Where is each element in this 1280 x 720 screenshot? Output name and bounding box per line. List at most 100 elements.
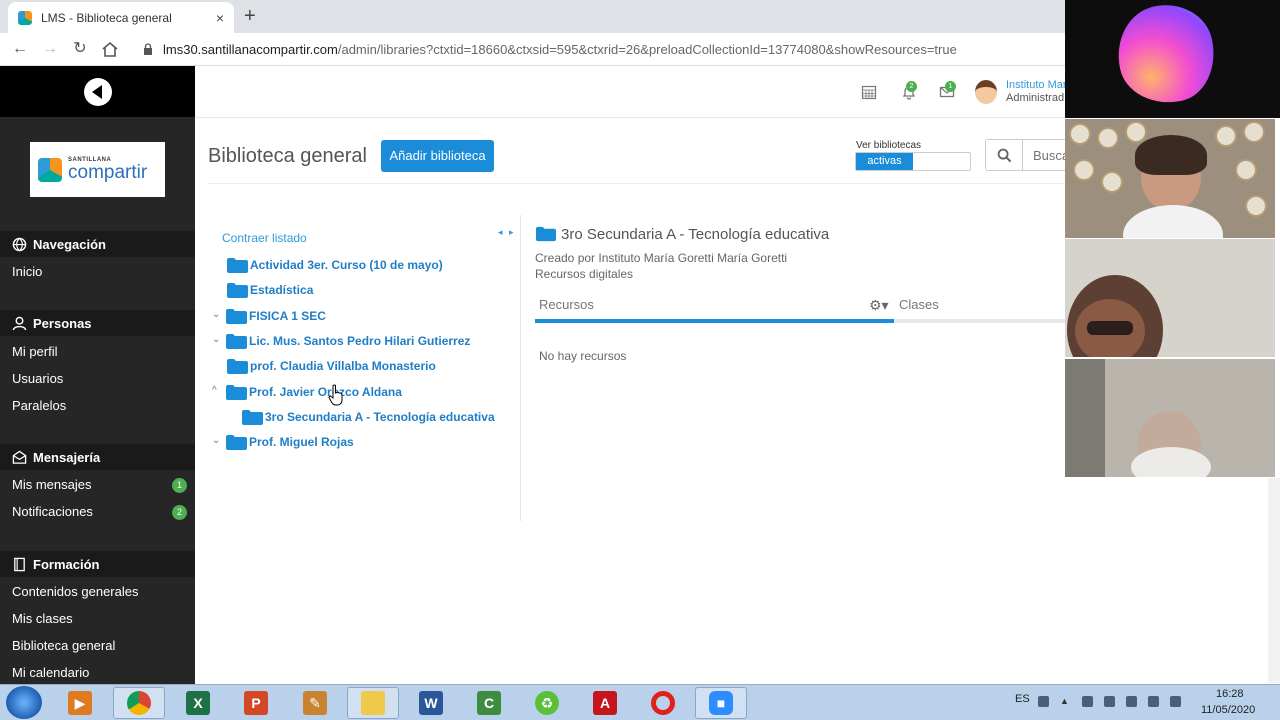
taskbar-explorer[interactable] xyxy=(347,687,399,719)
section-personas: Personas xyxy=(0,310,195,336)
globe-icon xyxy=(12,237,27,251)
tree-node[interactable]: Prof. Miguel Rojas xyxy=(226,432,354,452)
taskbar-zoom[interactable]: ■ xyxy=(695,687,747,719)
taskbar-powerpoint[interactable]: P xyxy=(230,687,282,719)
close-tab-icon[interactable]: × xyxy=(216,10,224,26)
folder-icon xyxy=(536,226,556,242)
tree-node-label: Lic. Mus. Santos Pedro Hilari Gutierrez xyxy=(249,334,471,348)
sidebar-item-contenidos-generales[interactable]: Contenidos generales xyxy=(12,584,138,599)
new-tab-button[interactable]: + xyxy=(244,4,256,28)
taskbar-app-green[interactable]: ♻ xyxy=(521,687,573,719)
tree-node[interactable]: Actividad 3er. Curso (10 de mayo) xyxy=(227,255,443,275)
sidebar-item-mis-clases[interactable]: Mis clases xyxy=(12,611,73,626)
notifications-count-badge: 2 xyxy=(172,505,187,520)
taskbar-excel[interactable]: X xyxy=(172,687,224,719)
tree-node[interactable]: Prof. Javier Orozco Aldana xyxy=(226,382,402,402)
expand-chevron-icon[interactable]: ⌄ xyxy=(212,334,220,345)
add-library-button[interactable]: Añadir biblioteca xyxy=(381,140,494,172)
taskbar-word[interactable]: W xyxy=(405,687,457,719)
pdf-icon: A xyxy=(593,691,617,715)
shield-icon[interactable] xyxy=(1082,696,1093,707)
active-libraries-toggle[interactable]: activas xyxy=(855,152,971,171)
sidebar-item-mi-perfil[interactable]: Mi perfil xyxy=(12,344,58,359)
sidebar-item-paralelos[interactable]: Paralelos xyxy=(12,398,66,413)
taskbar-opera[interactable] xyxy=(637,687,689,719)
sidebar-item-inicio[interactable]: Inicio xyxy=(12,264,42,279)
power-icon[interactable] xyxy=(1126,696,1137,707)
tree-node[interactable]: prof. Claudia Villalba Monasterio xyxy=(227,356,436,376)
taskbar-acrobat[interactable]: A xyxy=(579,687,631,719)
tree-node-label: Estadística xyxy=(250,283,314,297)
tab-classes[interactable]: Clases xyxy=(899,297,939,312)
browser-tab[interactable]: LMS - Biblioteca general × xyxy=(8,2,234,33)
created-by-text: Creado por Instituto María Goretti María… xyxy=(535,251,788,265)
view-libraries-label: Ver bibliotecas xyxy=(856,140,922,151)
section-navegacion: Navegación xyxy=(0,231,195,257)
section-mensajeria: Mensajería xyxy=(0,444,195,470)
section-title: Navegación xyxy=(33,236,106,252)
start-button[interactable] xyxy=(6,686,42,719)
flag-icon[interactable] xyxy=(1104,696,1115,707)
volume-icon[interactable] xyxy=(1170,696,1181,707)
expand-chevron-icon[interactable]: ⌄ xyxy=(212,309,220,320)
word-icon: W xyxy=(419,691,443,715)
tree-node-label: Actividad 3er. Curso (10 de mayo) xyxy=(250,258,443,272)
powerpoint-icon: P xyxy=(244,691,268,715)
sidebar-item-biblioteca-general[interactable]: Biblioteca general xyxy=(12,638,115,653)
avatar[interactable] xyxy=(975,80,997,104)
sidebar-item-mis-mensajes[interactable]: Mis mensajes xyxy=(12,477,91,492)
chrome-icon xyxy=(127,691,151,715)
folder-icon xyxy=(242,409,263,425)
gear-dropdown-icon[interactable]: ⚙▾ xyxy=(869,297,889,314)
user-name[interactable]: Instituto Mar xyxy=(1006,79,1067,91)
clock-date[interactable]: 11/05/2020 xyxy=(1201,704,1255,716)
clock-time[interactable]: 16:28 xyxy=(1216,688,1244,700)
home-icon[interactable] xyxy=(101,41,119,58)
video-tile-participant[interactable] xyxy=(1065,359,1275,477)
camtasia-icon: C xyxy=(477,691,501,715)
taskbar-chrome[interactable] xyxy=(113,687,165,719)
tree-node-label: prof. Claudia Villalba Monasterio xyxy=(250,359,436,373)
tree-node[interactable]: Lic. Mus. Santos Pedro Hilari Gutierrez xyxy=(226,331,470,351)
hand-cursor-icon xyxy=(328,384,343,406)
language-indicator[interactable]: ES xyxy=(1015,693,1030,705)
vertical-scrollbar[interactable] xyxy=(1268,478,1280,683)
tree-node-label: Prof. Miguel Rojas xyxy=(249,435,354,449)
search-button[interactable] xyxy=(985,139,1023,171)
taskbar-camtasia[interactable]: C xyxy=(463,687,515,719)
tree-node-label: 3ro Secundaria A - Tecnología educativa xyxy=(265,410,495,424)
tree-node[interactable]: FISICA 1 SEC xyxy=(226,306,326,326)
taskbar-media-player[interactable]: ▶ xyxy=(54,687,106,719)
tree-node-selected[interactable]: 3ro Secundaria A - Tecnología educativa xyxy=(242,407,495,427)
folder-icon xyxy=(227,282,248,298)
collapse-chevron-icon[interactable]: ^ xyxy=(212,385,217,396)
back-arrow-icon[interactable]: ← xyxy=(10,40,30,58)
document-app-icon: ✎ xyxy=(303,691,327,715)
sidebar-item-notificaciones[interactable]: Notificaciones xyxy=(12,504,93,519)
video-tile-participant[interactable] xyxy=(1065,119,1275,238)
folder-icon xyxy=(227,358,248,374)
expand-chevron-icon[interactable]: ⌄ xyxy=(212,435,220,446)
calendar-grid-icon[interactable] xyxy=(861,84,877,100)
tray-expand-icon[interactable]: ▲ xyxy=(1060,696,1071,707)
url-field[interactable]: lms30.santillanacompartir.com/admin/libr… xyxy=(163,42,957,57)
resize-panel-arrows[interactable]: ◂ ▸ xyxy=(498,227,516,238)
collapse-sidebar-icon[interactable] xyxy=(84,78,112,106)
forward-arrow-icon[interactable]: → xyxy=(40,40,60,58)
video-tile-participant[interactable] xyxy=(1065,239,1275,357)
tree-node[interactable]: Estadística xyxy=(227,280,313,300)
taskbar-app[interactable]: ✎ xyxy=(289,687,341,719)
reload-icon[interactable]: ↻ xyxy=(70,40,90,58)
tab-resources[interactable]: Recursos xyxy=(539,297,594,312)
sidebar-item-mi-calendario[interactable]: Mi calendario xyxy=(12,665,89,680)
zoom-icon: ■ xyxy=(709,691,733,715)
santillana-logo[interactable]: SANTILLANA compartir xyxy=(30,142,165,197)
collapse-list-link[interactable]: Contraer listado xyxy=(222,231,307,245)
keyboard-icon[interactable] xyxy=(1038,696,1049,707)
network-icon[interactable] xyxy=(1148,696,1159,707)
sidebar-item-usuarios[interactable]: Usuarios xyxy=(12,371,63,386)
toggle-active-label: activas xyxy=(856,153,913,170)
video-tile-self[interactable] xyxy=(1065,0,1280,118)
empty-resources-text: No hay recursos xyxy=(539,349,627,363)
lock-icon[interactable] xyxy=(143,43,153,55)
